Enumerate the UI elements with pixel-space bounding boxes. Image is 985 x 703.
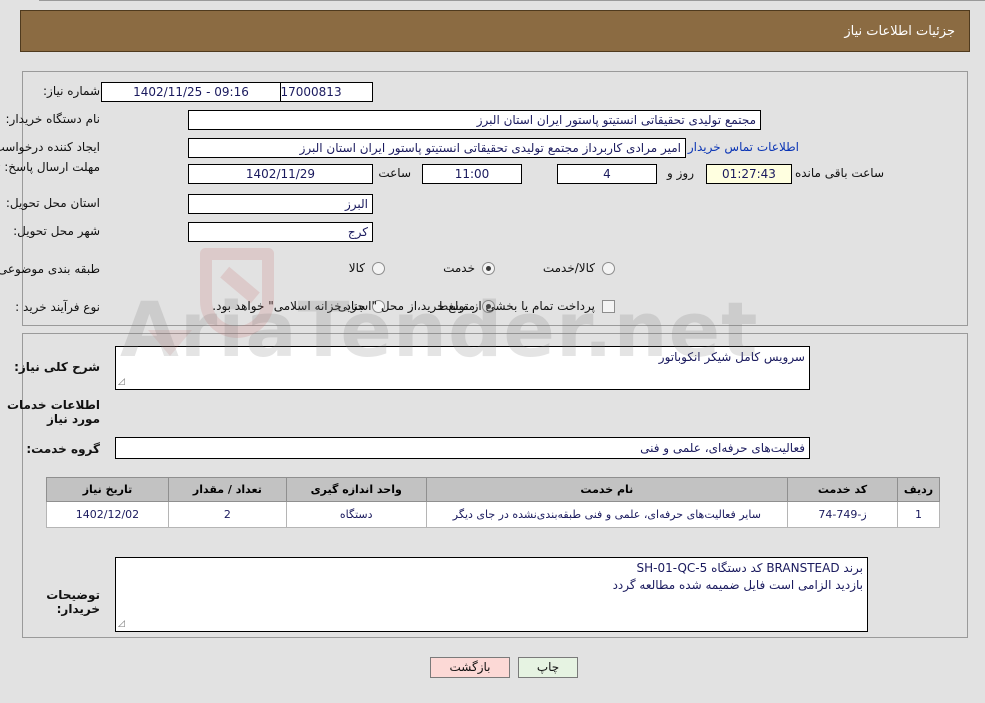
services-section-title: اطلاعات خدمات مورد نیاز [6,398,100,426]
buyer-notes-line-2: بازدید الزامی است فایل ضمیمه شده مطالعه … [612,578,863,592]
category-radio-kala[interactable]: کالا [339,261,385,275]
cell-row-number: 1 [897,501,940,528]
category-option-label-2: کالا/خدمت [542,261,595,275]
col-service-name: نام خدمت [425,477,789,502]
general-desc-value: سرویس کامل شیکر انکوباتور [658,350,805,364]
cell-quantity: 2 [167,501,287,528]
resize-grip-icon-notes[interactable]: ◺ [118,619,128,630]
service-group-value[interactable]: فعالیت‌های حرفه‌ای، علمی و فنی [115,437,810,459]
page-title: جزئیات اطلاعات نیاز [844,23,955,39]
buyer-org-label: نام دستگاه خریدار: [5,112,101,126]
city-label: شهر محل تحویل: [13,224,100,238]
table-header-row: ردیف کد خدمت نام خدمت واحد اندازه گیری ت… [46,477,940,502]
field-province: استان محل تحویل: [0,196,100,210]
need-number-label: شماره نیاز: [43,84,100,98]
col-need-date: تاریخ نیاز [46,477,169,502]
treasury-checkbox-label: پرداخت تمام یا بخشی از مبلغ خرید،از محل … [212,299,595,313]
announce-datetime-value[interactable]: 09:16 - 1402/11/25 [101,82,281,102]
field-requester: ایجاد کننده درخواست: [0,140,100,155]
deadline-label: مهلت ارسال پاسخ: تا تاریخ: [0,160,100,174]
category-label: طبقه بندی موضوعی: [0,262,100,276]
buyer-org-value[interactable]: مجتمع تولیدی تحقیقاتی انستیتو پاستور ایر… [188,110,761,130]
radio-icon-kala[interactable] [372,261,385,275]
field-process-type: نوع فرآیند خرید : [9,300,100,314]
services-table-head: ردیف کد خدمت نام خدمت واحد اندازه گیری ت… [46,477,940,502]
cell-need-date: 1402/12/02 [46,501,169,528]
category-radio-kala-khedmat[interactable]: کالا/خدمت [533,261,615,275]
category-option-label-1: خدمت [443,261,475,275]
field-buyer-org: نام دستگاه خریدار: [0,112,101,126]
print-button[interactable]: چاپ [518,657,578,678]
treasury-checkbox-row[interactable]: پرداخت تمام یا بخشی از مبلغ خرید،از محل … [202,299,615,313]
buyer-contact-link[interactable]: اطلاعات تماس خریدار [682,140,805,154]
col-quantity: تعداد / مقدار [167,477,287,502]
field-category: طبقه بندی موضوعی: [0,262,100,276]
cell-unit: دستگاه [285,501,427,528]
checkbox-icon-treasury[interactable] [602,299,615,313]
remaining-countdown-value: 01:27:43 [706,164,792,184]
col-unit: واحد اندازه گیری [285,477,427,502]
buyer-notes-line-1: برند BRANSTEAD کد دستگاه SH-01-QC-5 [636,561,863,575]
field-city: شهر محل تحویل: [7,224,100,238]
category-option-label-0: کالا [348,261,365,275]
requester-label: ایجاد کننده درخواست: [0,140,100,154]
general-desc-label: شرح کلی نیاز: [14,360,100,374]
province-value[interactable]: البرز [188,194,373,214]
col-service-code: کد خدمت [787,477,899,502]
category-radio-khedmat[interactable]: خدمت [433,261,495,275]
table-row[interactable]: 1 ز-749-74 سایر فعالیت‌های حرفه‌ای، علمی… [46,501,940,528]
deadline-date-value[interactable]: 1402/11/29 [188,164,373,184]
remaining-time-label: ساعت باقی مانده [794,166,884,180]
services-table-body: 1 ز-749-74 سایر فعالیت‌های حرفه‌ای، علمی… [46,501,940,528]
city-value[interactable]: کرج [188,222,373,242]
remaining-days-value[interactable]: 4 [557,164,657,184]
back-button[interactable]: بازگشت [430,657,510,678]
buyer-notes-textarea[interactable]: برند BRANSTEAD کد دستگاه SH-01-QC-5 بازد… [115,557,868,632]
service-group-label: گروه خدمت: [26,442,100,456]
radio-icon-khedmat[interactable] [482,261,495,275]
col-row-number: ردیف [897,477,940,502]
field-deadline: مهلت ارسال پاسخ: تا تاریخ: [0,160,100,175]
deadline-hour-value[interactable]: 11:00 [422,164,522,184]
process-type-label: نوع فرآیند خرید : [15,300,100,314]
cell-service-name: سایر فعالیت‌های حرفه‌ای، علمی و فنی طبقه… [425,501,789,528]
page-header: جزئیات اطلاعات نیاز [20,10,970,52]
buyer-notes-label: توضیحات خریدار: [46,588,100,616]
resize-grip-icon[interactable]: ◺ [118,377,128,388]
radio-icon-kala-khedmat[interactable] [602,261,615,275]
cell-service-code: ز-749-74 [787,501,899,528]
general-desc-textarea[interactable]: سرویس کامل شیکر انکوباتور ◺ [115,346,810,390]
province-label: استان محل تحویل: [5,196,100,210]
requester-value[interactable]: امیر مرادی کاربرداز مجتمع تولیدی تحقیقات… [188,138,686,158]
field-need-number: شماره نیاز: [37,84,100,98]
services-table: ردیف کد خدمت نام خدمت واحد اندازه گیری ت… [46,477,940,528]
deadline-hour-label: ساعت [378,166,411,180]
remaining-days-label: روز و [667,166,694,180]
